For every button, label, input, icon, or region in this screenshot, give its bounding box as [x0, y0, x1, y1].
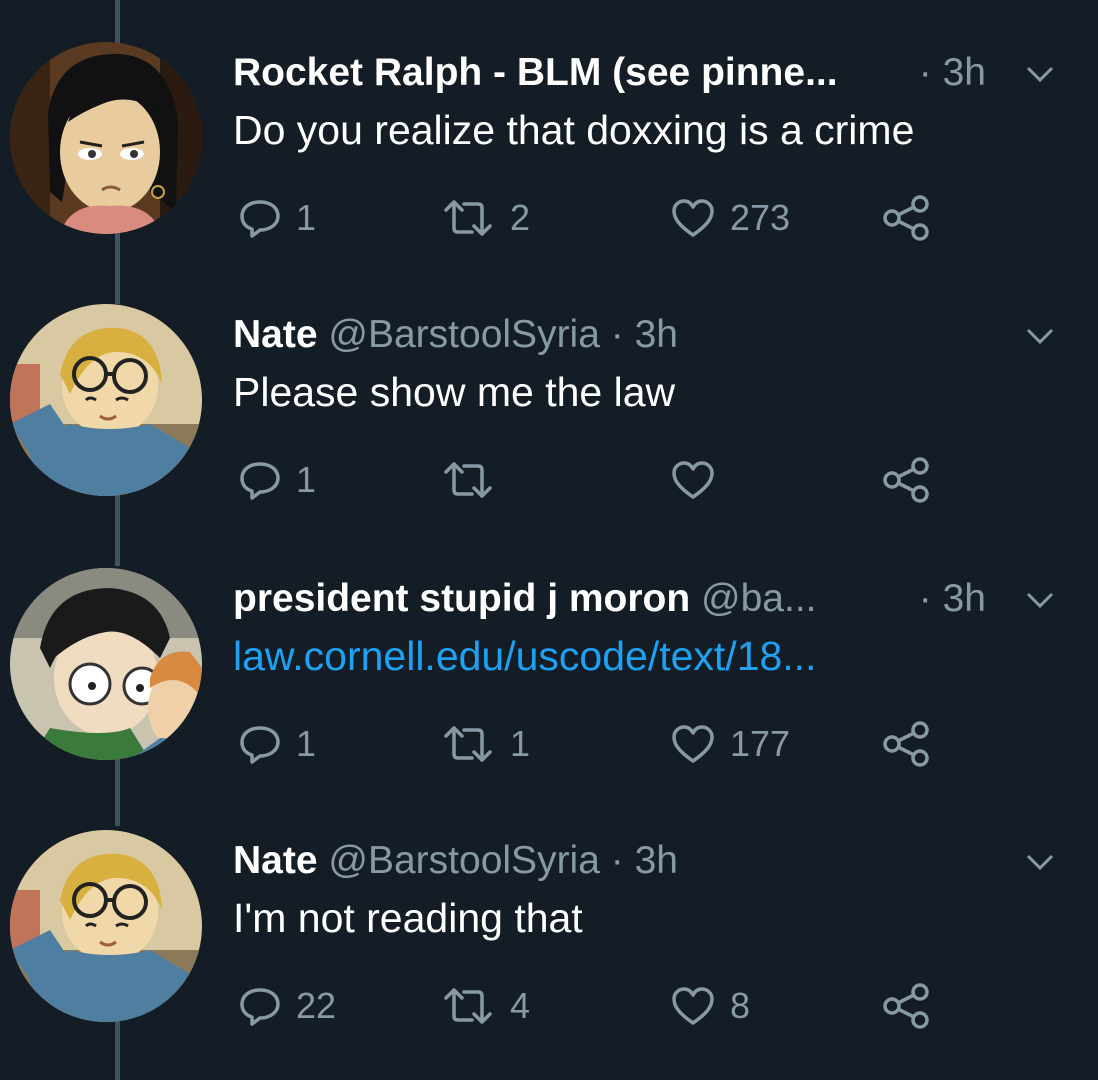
display-name[interactable]: Nate	[233, 313, 318, 356]
retweet-button[interactable]: 2	[440, 188, 530, 248]
tweet-text: Do you realize that doxxing is a crime	[233, 107, 915, 153]
tweet[interactable]: Nate @BarstoolSyria · 3h Please show me …	[0, 262, 1098, 524]
tweet-actions: 1 1 177	[0, 714, 1098, 774]
heart-icon	[672, 199, 714, 237]
tweet-link[interactable]: law.cornell.edu/uscode/text/18...	[233, 630, 816, 682]
timestamp[interactable]: · 3h	[919, 574, 986, 624]
reply-count: 1	[296, 459, 317, 500]
retweet-count: 4	[510, 985, 531, 1026]
heart-icon	[672, 461, 714, 499]
retweet-count: 2	[510, 197, 531, 238]
username[interactable]: @BarstoolSyria · 3h	[328, 839, 678, 882]
like-button[interactable]: 177	[670, 714, 790, 774]
like-count: 177	[730, 723, 791, 764]
reply-button[interactable]: 1	[238, 450, 316, 510]
reply-count: 1	[296, 723, 317, 764]
chevron-down-icon[interactable]	[1024, 320, 1056, 352]
display-name[interactable]: Nate	[233, 839, 318, 882]
chevron-down-icon[interactable]	[1024, 58, 1056, 90]
tweet-actions: 1 2 273	[0, 188, 1098, 248]
reply-icon	[240, 462, 280, 500]
share-icon	[883, 457, 929, 503]
tweet[interactable]: president stupid j moron @ba... · 3h law…	[0, 526, 1098, 788]
retweet-icon	[444, 462, 492, 498]
chevron-down-icon[interactable]	[1024, 846, 1056, 878]
retweet-icon	[444, 988, 492, 1024]
like-button[interactable]	[670, 450, 730, 510]
like-count: 8	[730, 985, 751, 1026]
like-button[interactable]: 273	[670, 188, 790, 248]
tweet-header: Rocket Ralph - BLM (see pinne...	[233, 48, 948, 98]
chevron-down-icon[interactable]	[1024, 584, 1056, 616]
tweet-header: Nate @BarstoolSyria · 3h	[233, 310, 948, 360]
display-name[interactable]: Rocket Ralph - BLM (see pinne...	[233, 51, 838, 94]
reply-icon	[240, 988, 280, 1026]
retweet-button[interactable]: 4	[440, 976, 530, 1036]
reply-icon	[240, 726, 280, 764]
reply-button[interactable]: 1	[238, 714, 316, 774]
share-button[interactable]	[880, 188, 932, 248]
username[interactable]: @BarstoolSyria · 3h	[328, 313, 678, 356]
username[interactable]: @ba...	[701, 577, 816, 620]
tweet-header: president stupid j moron @ba...	[233, 574, 948, 624]
tweet[interactable]: Nate @BarstoolSyria · 3h I'm not reading…	[0, 788, 1098, 1050]
share-icon	[883, 983, 929, 1029]
share-icon	[883, 195, 929, 241]
tweet-text: I'm not reading that	[233, 895, 583, 941]
timestamp[interactable]: · 3h	[919, 48, 986, 98]
reply-button[interactable]: 1	[238, 188, 316, 248]
tweet-text: Please show me the law	[233, 369, 676, 415]
reply-button[interactable]: 22	[238, 976, 336, 1036]
tweet-header: Nate @BarstoolSyria · 3h	[233, 836, 948, 886]
share-button[interactable]	[880, 714, 932, 774]
tweet[interactable]: Rocket Ralph - BLM (see pinne... · 3h Do…	[0, 0, 1098, 262]
reply-count: 22	[296, 985, 337, 1026]
display-name[interactable]: president stupid j moron	[233, 577, 690, 620]
heart-icon	[672, 987, 714, 1025]
reply-count: 1	[296, 197, 317, 238]
retweet-button[interactable]: 1	[440, 714, 530, 774]
tweet-actions: 1	[0, 450, 1098, 510]
share-button[interactable]	[880, 976, 932, 1036]
like-button[interactable]: 8	[670, 976, 750, 1036]
share-icon	[883, 721, 929, 767]
retweet-icon	[444, 726, 492, 762]
reply-icon	[240, 200, 280, 238]
retweet-button[interactable]	[440, 450, 510, 510]
share-button[interactable]	[880, 450, 932, 510]
retweet-count: 1	[510, 723, 531, 764]
heart-icon	[672, 725, 714, 763]
like-count: 273	[730, 197, 791, 238]
tweet-actions: 22 4 8	[0, 976, 1098, 1036]
retweet-icon	[444, 200, 492, 236]
